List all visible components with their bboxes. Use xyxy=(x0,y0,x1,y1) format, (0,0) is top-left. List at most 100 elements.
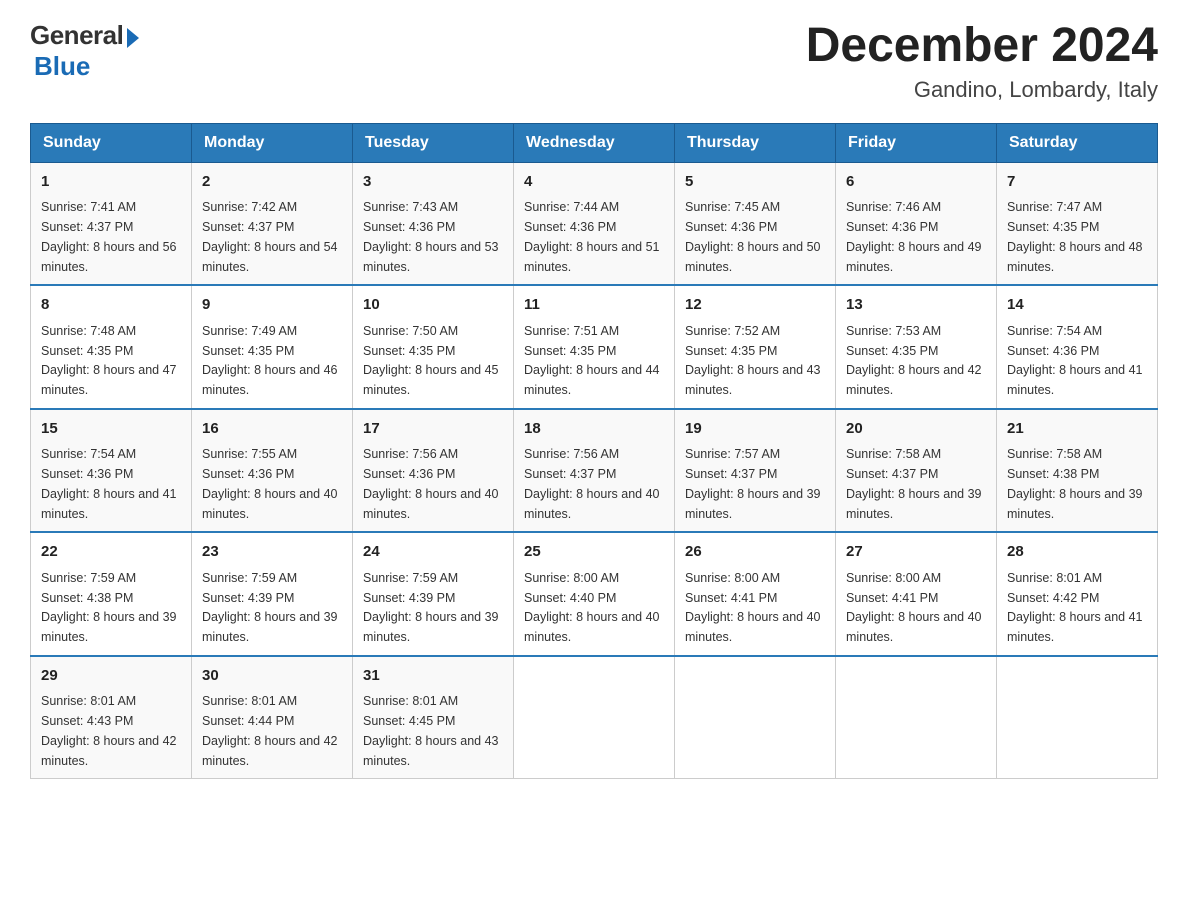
day-info: Sunrise: 8:00 AMSunset: 4:40 PMDaylight:… xyxy=(524,571,660,644)
day-number: 20 xyxy=(846,418,986,441)
location-subtitle: Gandino, Lombardy, Italy xyxy=(806,77,1158,103)
day-number: 3 xyxy=(363,171,503,194)
calendar-week-1: 1 Sunrise: 7:41 AMSunset: 4:37 PMDayligh… xyxy=(31,162,1158,285)
day-info: Sunrise: 7:59 AMSunset: 4:39 PMDaylight:… xyxy=(202,571,338,644)
calendar-cell: 28 Sunrise: 8:01 AMSunset: 4:42 PMDaylig… xyxy=(997,532,1158,656)
day-number: 14 xyxy=(1007,294,1147,317)
calendar-cell: 27 Sunrise: 8:00 AMSunset: 4:41 PMDaylig… xyxy=(836,532,997,656)
day-number: 28 xyxy=(1007,541,1147,564)
day-info: Sunrise: 7:55 AMSunset: 4:36 PMDaylight:… xyxy=(202,447,338,520)
header-cell-sunday: Sunday xyxy=(31,123,192,162)
day-info: Sunrise: 7:53 AMSunset: 4:35 PMDaylight:… xyxy=(846,324,982,397)
calendar-cell: 7 Sunrise: 7:47 AMSunset: 4:35 PMDayligh… xyxy=(997,162,1158,285)
day-number: 6 xyxy=(846,171,986,194)
day-info: Sunrise: 7:59 AMSunset: 4:38 PMDaylight:… xyxy=(41,571,177,644)
day-number: 26 xyxy=(685,541,825,564)
day-info: Sunrise: 7:51 AMSunset: 4:35 PMDaylight:… xyxy=(524,324,660,397)
day-info: Sunrise: 8:00 AMSunset: 4:41 PMDaylight:… xyxy=(685,571,821,644)
day-number: 7 xyxy=(1007,171,1147,194)
day-number: 9 xyxy=(202,294,342,317)
day-number: 1 xyxy=(41,171,181,194)
logo-general-text: General xyxy=(30,20,123,51)
day-info: Sunrise: 7:43 AMSunset: 4:36 PMDaylight:… xyxy=(363,200,499,273)
calendar-table: SundayMondayTuesdayWednesdayThursdayFrid… xyxy=(30,123,1158,780)
day-info: Sunrise: 7:41 AMSunset: 4:37 PMDaylight:… xyxy=(41,200,177,273)
day-info: Sunrise: 7:50 AMSunset: 4:35 PMDaylight:… xyxy=(363,324,499,397)
day-number: 25 xyxy=(524,541,664,564)
calendar-cell: 3 Sunrise: 7:43 AMSunset: 4:36 PMDayligh… xyxy=(353,162,514,285)
calendar-cell xyxy=(997,656,1158,779)
logo: General Blue xyxy=(30,20,139,82)
month-year-title: December 2024 xyxy=(806,20,1158,73)
calendar-week-2: 8 Sunrise: 7:48 AMSunset: 4:35 PMDayligh… xyxy=(31,285,1158,409)
day-info: Sunrise: 7:52 AMSunset: 4:35 PMDaylight:… xyxy=(685,324,821,397)
day-info: Sunrise: 8:01 AMSunset: 4:43 PMDaylight:… xyxy=(41,694,177,767)
header-cell-thursday: Thursday xyxy=(675,123,836,162)
calendar-cell: 8 Sunrise: 7:48 AMSunset: 4:35 PMDayligh… xyxy=(31,285,192,409)
calendar-cell: 17 Sunrise: 7:56 AMSunset: 4:36 PMDaylig… xyxy=(353,409,514,533)
day-number: 22 xyxy=(41,541,181,564)
page-header: General Blue December 2024 Gandino, Lomb… xyxy=(30,20,1158,103)
day-info: Sunrise: 7:44 AMSunset: 4:36 PMDaylight:… xyxy=(524,200,660,273)
calendar-cell: 16 Sunrise: 7:55 AMSunset: 4:36 PMDaylig… xyxy=(192,409,353,533)
calendar-cell: 22 Sunrise: 7:59 AMSunset: 4:38 PMDaylig… xyxy=(31,532,192,656)
calendar-cell: 20 Sunrise: 7:58 AMSunset: 4:37 PMDaylig… xyxy=(836,409,997,533)
calendar-cell: 15 Sunrise: 7:54 AMSunset: 4:36 PMDaylig… xyxy=(31,409,192,533)
calendar-cell xyxy=(836,656,997,779)
header-cell-tuesday: Tuesday xyxy=(353,123,514,162)
day-info: Sunrise: 7:58 AMSunset: 4:37 PMDaylight:… xyxy=(846,447,982,520)
calendar-cell: 23 Sunrise: 7:59 AMSunset: 4:39 PMDaylig… xyxy=(192,532,353,656)
day-info: Sunrise: 7:56 AMSunset: 4:37 PMDaylight:… xyxy=(524,447,660,520)
day-info: Sunrise: 7:42 AMSunset: 4:37 PMDaylight:… xyxy=(202,200,338,273)
day-number: 31 xyxy=(363,665,503,688)
day-info: Sunrise: 8:00 AMSunset: 4:41 PMDaylight:… xyxy=(846,571,982,644)
day-number: 11 xyxy=(524,294,664,317)
calendar-cell: 13 Sunrise: 7:53 AMSunset: 4:35 PMDaylig… xyxy=(836,285,997,409)
calendar-cell: 10 Sunrise: 7:50 AMSunset: 4:35 PMDaylig… xyxy=(353,285,514,409)
day-info: Sunrise: 7:57 AMSunset: 4:37 PMDaylight:… xyxy=(685,447,821,520)
calendar-cell: 18 Sunrise: 7:56 AMSunset: 4:37 PMDaylig… xyxy=(514,409,675,533)
header-cell-wednesday: Wednesday xyxy=(514,123,675,162)
header-cell-friday: Friday xyxy=(836,123,997,162)
day-number: 27 xyxy=(846,541,986,564)
calendar-cell xyxy=(675,656,836,779)
calendar-cell: 26 Sunrise: 8:00 AMSunset: 4:41 PMDaylig… xyxy=(675,532,836,656)
day-info: Sunrise: 7:46 AMSunset: 4:36 PMDaylight:… xyxy=(846,200,982,273)
calendar-body: 1 Sunrise: 7:41 AMSunset: 4:37 PMDayligh… xyxy=(31,162,1158,779)
header-row: SundayMondayTuesdayWednesdayThursdayFrid… xyxy=(31,123,1158,162)
day-number: 23 xyxy=(202,541,342,564)
calendar-cell: 5 Sunrise: 7:45 AMSunset: 4:36 PMDayligh… xyxy=(675,162,836,285)
calendar-cell: 30 Sunrise: 8:01 AMSunset: 4:44 PMDaylig… xyxy=(192,656,353,779)
day-number: 2 xyxy=(202,171,342,194)
day-number: 4 xyxy=(524,171,664,194)
calendar-cell: 25 Sunrise: 8:00 AMSunset: 4:40 PMDaylig… xyxy=(514,532,675,656)
calendar-cell: 1 Sunrise: 7:41 AMSunset: 4:37 PMDayligh… xyxy=(31,162,192,285)
day-info: Sunrise: 8:01 AMSunset: 4:45 PMDaylight:… xyxy=(363,694,499,767)
day-info: Sunrise: 8:01 AMSunset: 4:42 PMDaylight:… xyxy=(1007,571,1143,644)
day-number: 13 xyxy=(846,294,986,317)
day-info: Sunrise: 7:59 AMSunset: 4:39 PMDaylight:… xyxy=(363,571,499,644)
day-number: 24 xyxy=(363,541,503,564)
header-cell-monday: Monday xyxy=(192,123,353,162)
calendar-cell: 9 Sunrise: 7:49 AMSunset: 4:35 PMDayligh… xyxy=(192,285,353,409)
day-number: 19 xyxy=(685,418,825,441)
calendar-cell: 2 Sunrise: 7:42 AMSunset: 4:37 PMDayligh… xyxy=(192,162,353,285)
calendar-cell: 29 Sunrise: 8:01 AMSunset: 4:43 PMDaylig… xyxy=(31,656,192,779)
calendar-cell: 4 Sunrise: 7:44 AMSunset: 4:36 PMDayligh… xyxy=(514,162,675,285)
day-info: Sunrise: 7:45 AMSunset: 4:36 PMDaylight:… xyxy=(685,200,821,273)
calendar-cell: 31 Sunrise: 8:01 AMSunset: 4:45 PMDaylig… xyxy=(353,656,514,779)
calendar-header: SundayMondayTuesdayWednesdayThursdayFrid… xyxy=(31,123,1158,162)
day-info: Sunrise: 7:56 AMSunset: 4:36 PMDaylight:… xyxy=(363,447,499,520)
day-number: 5 xyxy=(685,171,825,194)
day-info: Sunrise: 7:49 AMSunset: 4:35 PMDaylight:… xyxy=(202,324,338,397)
day-info: Sunrise: 7:58 AMSunset: 4:38 PMDaylight:… xyxy=(1007,447,1143,520)
calendar-week-5: 29 Sunrise: 8:01 AMSunset: 4:43 PMDaylig… xyxy=(31,656,1158,779)
day-number: 29 xyxy=(41,665,181,688)
day-number: 15 xyxy=(41,418,181,441)
calendar-cell: 19 Sunrise: 7:57 AMSunset: 4:37 PMDaylig… xyxy=(675,409,836,533)
day-info: Sunrise: 7:48 AMSunset: 4:35 PMDaylight:… xyxy=(41,324,177,397)
calendar-week-3: 15 Sunrise: 7:54 AMSunset: 4:36 PMDaylig… xyxy=(31,409,1158,533)
calendar-cell xyxy=(514,656,675,779)
day-number: 12 xyxy=(685,294,825,317)
calendar-cell: 12 Sunrise: 7:52 AMSunset: 4:35 PMDaylig… xyxy=(675,285,836,409)
